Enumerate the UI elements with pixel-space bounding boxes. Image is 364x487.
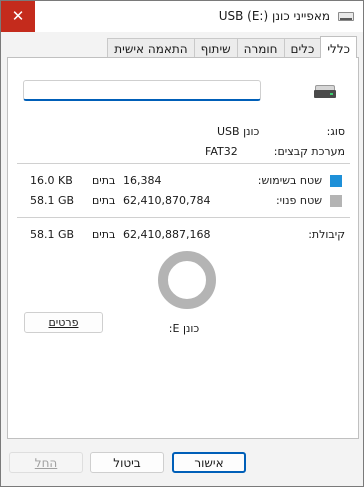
capacity-size: 58.1 GB [30,228,75,241]
usb-drive-icon [314,85,336,98]
general-panel: סוג: כונן USB מערכת קבצים: FAT32 שטח בשי… [7,57,359,439]
filesystem-label: מערכת קבצים: [273,145,345,158]
drive-caption: כונן E: [168,322,200,335]
drive-name-input[interactable] [23,80,261,101]
used-space-bytes-unit: בתים [92,174,116,187]
type-label: סוג: [326,125,345,138]
filesystem-value: FAT32 [205,145,238,158]
close-button[interactable]: ✕ [1,1,35,32]
ok-button[interactable]: אישור [172,452,246,473]
used-space-label: שטח בשימוש: [257,174,322,187]
used-space-size: 16.0 KB [30,174,73,187]
tab-strip: כללי כלים חומרה שיתוף התאמה אישית [107,36,357,58]
capacity-bytes: 62,410,887,168 [123,228,211,241]
drive-title-icon [338,12,354,21]
usage-donut-chart [158,251,216,309]
cancel-button[interactable]: ביטול [90,452,164,473]
capacity-label: קיבולת: [308,228,345,241]
separator-bottom [17,217,350,218]
tab-general[interactable]: כללי [320,36,357,58]
free-space-label: שטח פנוי: [275,194,322,207]
free-space-bytes-unit: בתים [92,194,116,207]
title-bar: ✕ מאפייני כונן USB (E:) [1,1,363,32]
type-value: כונן USB [217,125,260,138]
tab-tools[interactable]: כלים [283,38,322,58]
used-space-bytes: 16,384 [123,174,162,187]
close-icon: ✕ [11,7,25,25]
window-title: מאפייני כונן USB (E:) [218,9,330,23]
donut-free-ring [158,251,216,309]
tab-customize[interactable]: התאמה אישית [107,38,195,58]
free-space-swatch [330,195,342,207]
separator-top [17,163,350,164]
tab-hardware[interactable]: חומרה [236,38,285,58]
used-space-swatch [330,175,342,187]
free-space-size: 58.1 GB [30,194,75,207]
properties-dialog: ✕ מאפייני כונן USB (E:) כללי כלים חומרה … [0,0,364,487]
free-space-bytes: 62,410,870,784 [123,194,211,207]
tab-sharing[interactable]: שיתוף [193,38,238,58]
capacity-bytes-unit: בתים [92,228,116,241]
apply-button[interactable]: החל [9,452,83,473]
